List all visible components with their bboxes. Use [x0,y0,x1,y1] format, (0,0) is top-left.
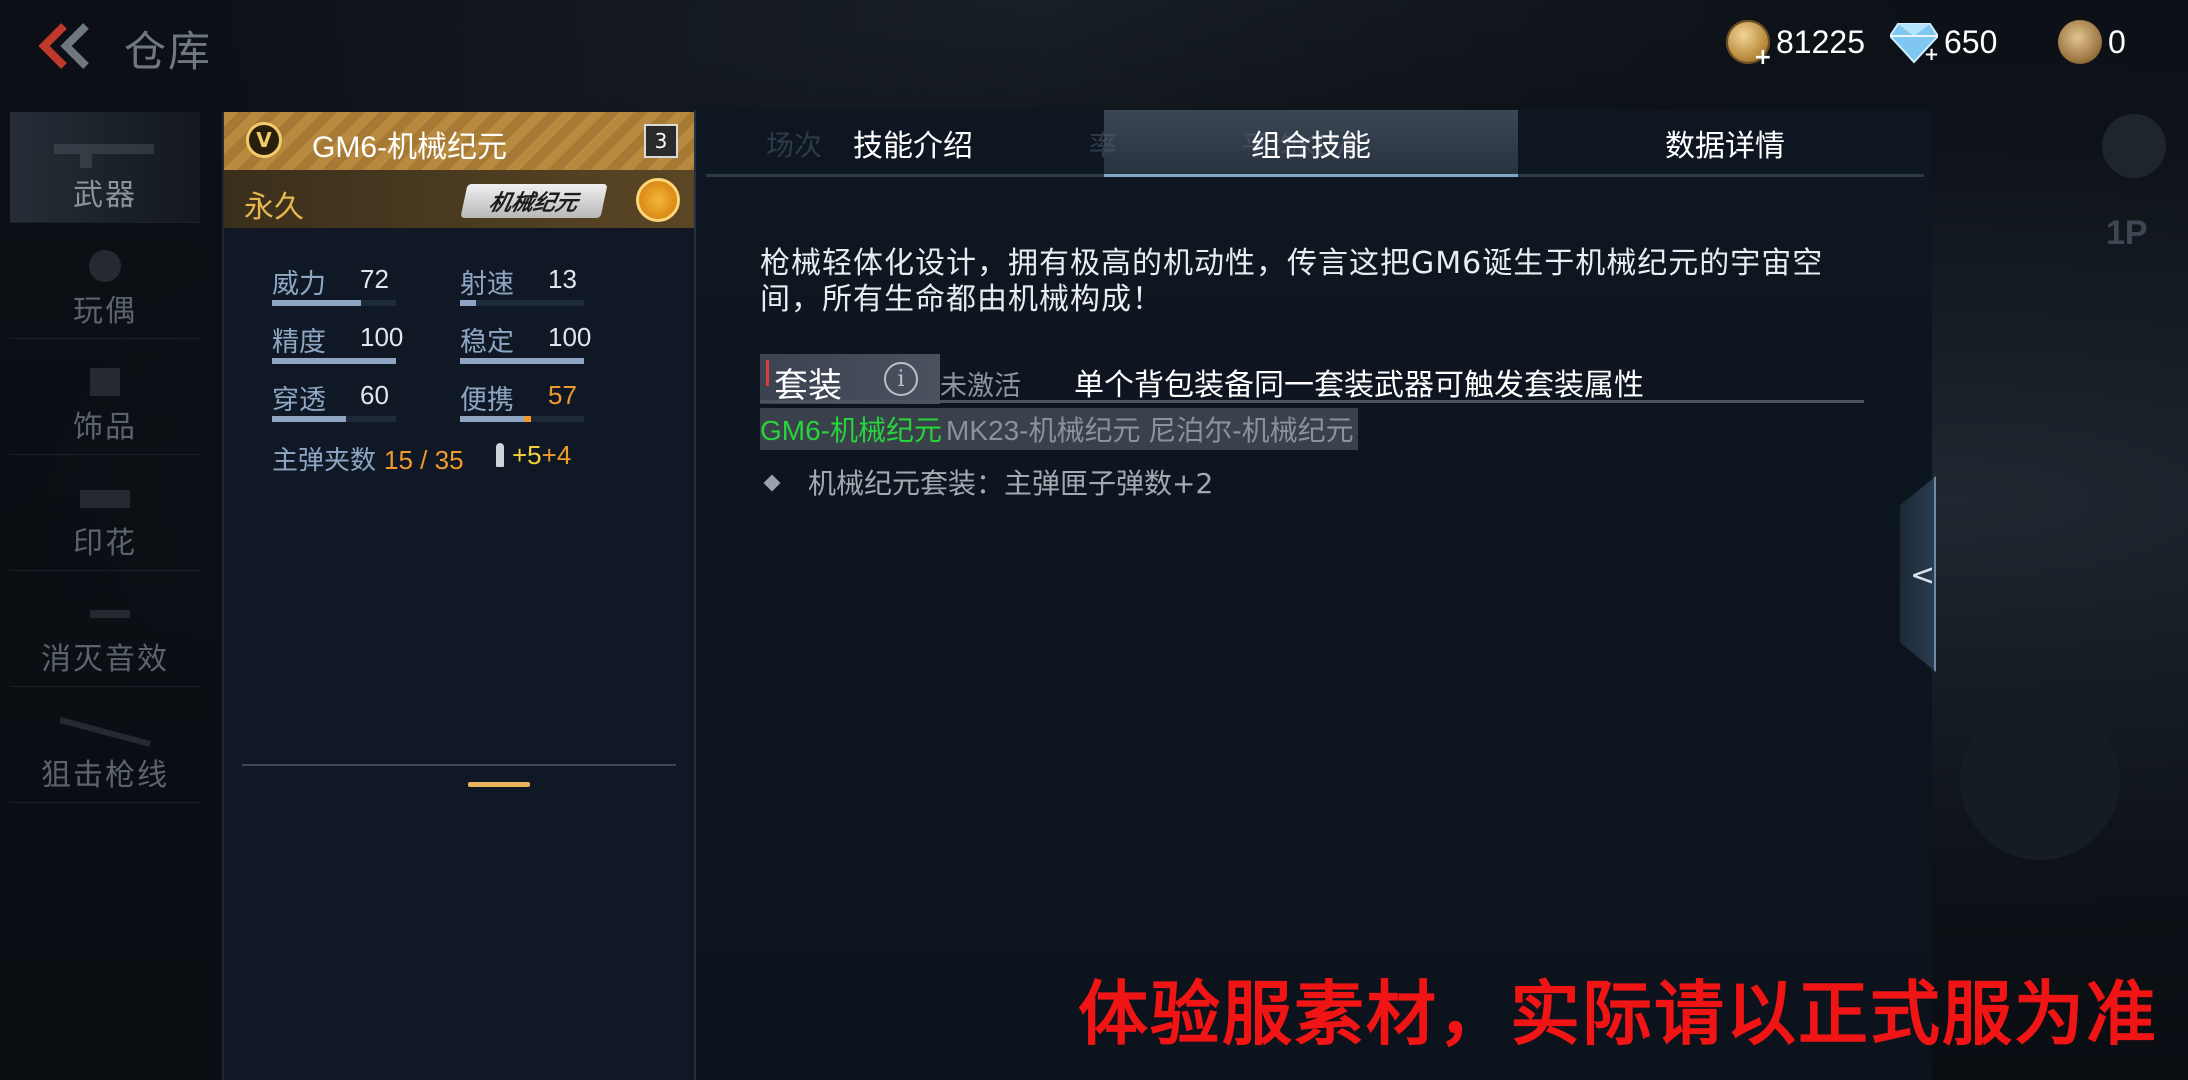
sidebar-item-label: 印花 [73,526,137,561]
bullet-point-icon [763,474,781,492]
stat-label: 穿透 [272,385,326,416]
svg-text:+: + [1924,44,1938,64]
tab-data-details[interactable]: 数据详情 [1518,110,1932,176]
stat-value: 13 [548,264,577,294]
stat-label: 威力 [272,269,326,300]
gamepad-icon[interactable] [2102,114,2166,178]
weapon-detail-panel: V GM6-机械纪元 3 永久 机械纪元 威力 72 射速 13 精度 100 … [222,112,696,1080]
diamond-amount: 650 [1944,23,1998,60]
ammo-capacity: 主弹夹数 15 / 35 [272,440,464,477]
info-tabs: 技能介绍 组合技能 数据详情 [706,110,1924,176]
tab-underline [706,174,1924,177]
sidebar-item-accessories[interactable]: 饰品 [10,344,200,455]
stat-value: 72 [360,264,389,294]
stat-value: 57 [548,380,577,410]
set-item-owned: GM6-机械纪元 [760,415,943,446]
panel-divider [242,764,676,766]
ammo-display-icon [1960,700,2120,860]
weapon-duration: 永久 [244,190,304,225]
watermark-text: 体验服素材，实际请以正式服为准 [1078,973,2158,1055]
ammo-bonus-secondary: +4 [541,440,572,470]
stat-bar [272,300,396,306]
stat-value: 100 [548,322,592,352]
sidebar-item-dolls[interactable]: 玩偶 [10,228,200,339]
set-status: 未激活 [940,371,1021,402]
sidebar-item-stickers[interactable]: 印花 [10,460,200,571]
stat-fire-rate: 射速 13 [460,262,640,306]
doll-icon [89,250,121,282]
vip-badge-icon: V [246,122,282,158]
gold-coin-amount: 81225 [1776,23,1865,60]
set-divider [760,400,1864,403]
chevron-left-icon: < [1910,558,1936,593]
gold-coin-icon [1726,20,1772,70]
ammo-value: 15 / 35 [384,445,464,475]
info-panel: 场次 率 平均KDA 技能介绍 组合技能 数据详情 枪械轻体化设计，拥有极高的机… [694,110,1932,1080]
stat-bar [460,358,584,364]
stat-value: 100 [360,322,404,352]
collapse-panel-button[interactable]: < [1900,476,1936,672]
stat-power: 威力 72 [272,262,452,306]
weapon-description: 枪械轻体化设计，拥有极高的机动性，传言这把GM6诞生于机械纪元的宇宙空间，所有生… [760,246,1824,317]
set-bonus: 机械纪元套装：主弹匣子弹数+2 [763,462,1214,502]
medal-coin-icon [2058,20,2102,64]
set-hint: 单个背包装备同一套装武器可触发套装属性 [1074,368,1644,403]
set-bonus-text: 机械纪元套装：主弹匣子弹数+2 [808,467,1214,500]
stat-portability: 便携 57 [460,378,640,422]
stat-label: 射速 [460,269,514,300]
diamond-icon: + [1890,23,1938,64]
weapon-header: V GM6-机械纪元 3 [224,112,694,171]
bullet-icon [496,443,504,467]
stat-label: 稳定 [460,327,514,358]
ammo-bonus: +5+4 [496,440,571,471]
sidebar-item-weapons[interactable]: 武器 [10,112,200,223]
sidebar-item-label: 玩偶 [73,294,137,329]
weapon-subheader: 永久 机械纪元 [224,170,694,228]
series-logo: 机械纪元 [460,184,608,218]
top-bar: 仓库 81225 + 650 0 [0,0,2188,92]
set-item-others: MK23-机械纪元 尼泊尔-机械纪元 [946,415,1354,446]
medal-coin-balance[interactable]: 0 [2058,20,2126,64]
page-title: 仓库 [124,27,213,76]
stat-penetration: 穿透 60 [272,378,452,422]
set-label-box: 套装 i [760,354,940,406]
weapon-level-badge: 3 [644,124,678,158]
medal-coin-amount: 0 [2108,23,2126,60]
stat-bar [460,416,584,422]
sticker-icon [80,490,130,508]
stat-bar [460,300,584,306]
ammo-bonus-primary: +5 [512,440,542,470]
stat-bar [272,416,396,422]
ammo-label: 主弹夹数 [272,446,377,476]
tab-combo-skills[interactable]: 组合技能 [1104,110,1518,176]
accessory-icon [90,368,120,396]
double-chevron-left-icon [38,23,89,69]
sidebar-item-label: 狙击枪线 [41,758,169,793]
sound-icon [90,610,130,618]
info-icon[interactable]: i [884,362,918,396]
stat-accuracy: 精度 100 [272,320,452,364]
back-button[interactable] [36,22,96,70]
diamond-balance[interactable]: + 650 [1890,20,1997,64]
sidebar-item-label: 饰品 [73,410,137,445]
pip-label[interactable]: 1P [2106,214,2148,253]
stat-label: 便携 [460,385,514,416]
sniper-icon [59,717,151,747]
stat-value: 60 [360,380,389,410]
sidebar-item-sniper-lines[interactable]: 狙击枪线 [10,692,200,803]
upgrade-icon[interactable] [636,178,680,222]
set-items: GM6-机械纪元 MK23-机械纪元 尼泊尔-机械纪元 [760,408,1358,450]
sidebar-item-label: 武器 [73,178,137,213]
stat-bar [272,358,396,364]
sidebar-item-label: 消灭音效 [41,642,169,677]
rifle-icon [54,144,154,168]
stat-stability: 稳定 100 [460,320,640,364]
tab-skill-intro[interactable]: 技能介绍 [706,110,1120,176]
sidebar-item-kill-sounds[interactable]: 消灭音效 [10,576,200,687]
stat-label: 精度 [272,327,326,358]
gold-coin-balance[interactable]: 81225 [1726,20,1865,70]
page-indicator[interactable] [468,782,530,787]
weapon-name: GM6-机械纪元 [312,131,507,164]
